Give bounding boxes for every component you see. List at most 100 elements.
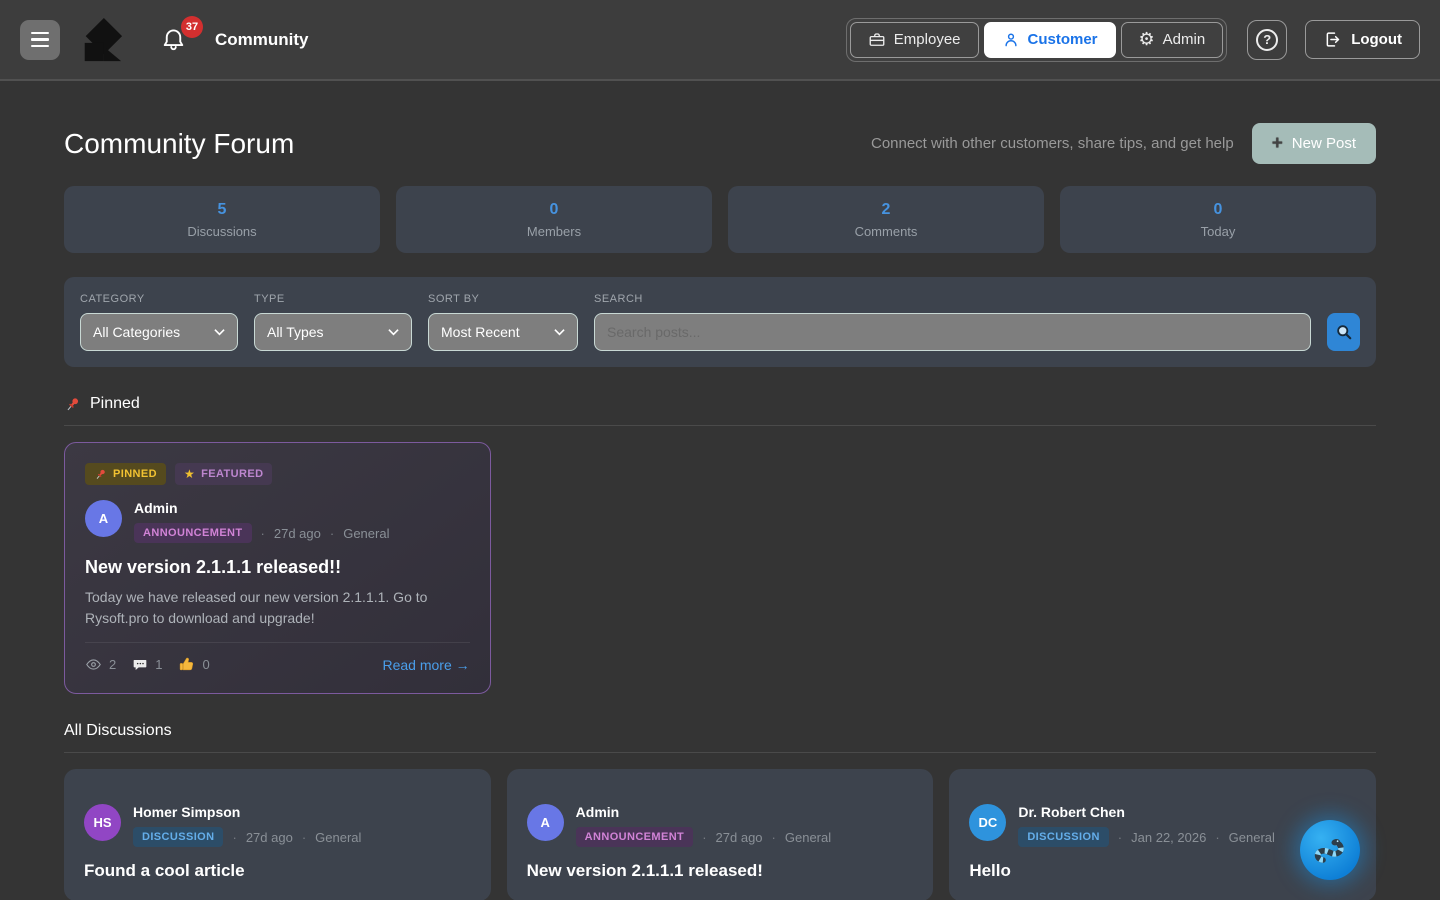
chat-widget-button[interactable] <box>1300 820 1360 880</box>
stat-card-discussions: 5 Discussions <box>64 186 380 253</box>
category-filter-label: CATEGORY <box>80 293 238 305</box>
question-mark-icon: ? <box>1256 29 1278 51</box>
new-post-button[interactable]: + New Post <box>1252 123 1376 164</box>
eye-icon <box>85 656 102 673</box>
post-excerpt: Today we have released our new version 2… <box>85 587 470 629</box>
logout-icon <box>1323 30 1342 49</box>
views-count: 2 <box>109 657 116 672</box>
thumbs-up-icon <box>178 656 195 673</box>
post-time: 27d ago <box>274 526 321 541</box>
role-button-label: Admin <box>1163 31 1206 48</box>
sort-filter-label: SORT BY <box>428 293 578 305</box>
star-icon: ★ <box>184 467 195 481</box>
pinned-cards-grid: PINNED ★ FEATURED A Admin ANNOUNCEMENT ·… <box>64 442 1376 694</box>
search-filter-label: SEARCH <box>594 293 1311 305</box>
role-button-customer[interactable]: Customer <box>984 22 1116 58</box>
stat-card-members: 0 Members <box>396 186 712 253</box>
pinned-section-title: Pinned <box>90 395 140 413</box>
sort-select[interactable]: Most Recent <box>428 313 578 351</box>
chevron-down-icon <box>214 328 225 336</box>
post-category: General <box>785 830 831 845</box>
stat-label: Members <box>527 224 581 239</box>
sort-select-value: Most Recent <box>441 324 520 340</box>
comments-stat: 1 <box>132 657 162 673</box>
author-name: Admin <box>134 500 389 516</box>
type-select[interactable]: All Types <box>254 313 412 351</box>
views-stat: 2 <box>85 656 116 673</box>
stat-value: 5 <box>218 201 227 219</box>
notification-count-badge: 37 <box>181 16 203 38</box>
stats-row: 5 Discussions 0 Members 2 Comments 0 Tod… <box>64 186 1376 253</box>
post-title: Hello <box>969 861 1356 881</box>
post-type-badge: ANNOUNCEMENT <box>134 523 252 543</box>
post-time: 27d ago <box>716 830 763 845</box>
meta-separator: · <box>232 830 236 845</box>
author-name: Admin <box>576 804 831 820</box>
meta-separator: · <box>1215 830 1219 845</box>
stat-card-today: 0 Today <box>1060 186 1376 253</box>
comment-icon <box>132 657 148 673</box>
notifications-bell[interactable]: 37 <box>160 25 187 55</box>
role-button-employee[interactable]: Employee <box>850 22 979 58</box>
post-title: New version 2.1.1.1 released! <box>527 861 914 881</box>
read-more-link[interactable]: Read more → <box>383 657 470 673</box>
pushpin-icon <box>94 468 107 481</box>
role-button-admin[interactable]: ⚙ Admin <box>1121 22 1224 58</box>
role-switcher: Employee Customer ⚙ Admin <box>846 18 1227 62</box>
search-button[interactable] <box>1327 313 1360 351</box>
likes-count: 0 <box>202 657 209 672</box>
stat-label: Comments <box>855 224 918 239</box>
discussion-card[interactable]: HS Homer Simpson DISCUSSION · 27d ago · … <box>64 769 491 900</box>
pinned-badge: PINNED <box>85 463 166 485</box>
pinned-post-card[interactable]: PINNED ★ FEATURED A Admin ANNOUNCEMENT ·… <box>64 442 491 694</box>
comments-count: 1 <box>155 657 162 672</box>
hamburger-menu-button[interactable] <box>20 20 60 60</box>
meta-separator: · <box>1118 830 1122 845</box>
discussion-card[interactable]: A Admin ANNOUNCEMENT · 27d ago · General… <box>507 769 934 900</box>
plus-icon: + <box>1272 134 1283 153</box>
stat-label: Today <box>1201 224 1236 239</box>
avatar: HS <box>84 804 121 841</box>
avatar: A <box>85 500 122 537</box>
chevron-down-icon <box>388 328 399 336</box>
meta-separator: · <box>702 830 706 845</box>
pushpin-icon <box>64 396 81 413</box>
avatar: A <box>527 804 564 841</box>
meta-separator: · <box>261 526 265 541</box>
app-logo-icon <box>78 16 124 64</box>
stat-card-comments: 2 Comments <box>728 186 1044 253</box>
post-category: General <box>1229 830 1275 845</box>
category-select-value: All Categories <box>93 324 180 340</box>
post-time: Jan 22, 2026 <box>1131 830 1206 845</box>
post-title: Found a cool article <box>84 861 471 881</box>
post-type-badge: DISCUSSION <box>133 827 223 847</box>
gear-icon: ⚙ <box>1139 31 1155 49</box>
page-subtitle: Connect with other customers, share tips… <box>871 135 1234 152</box>
search-icon <box>1334 322 1354 342</box>
featured-badge-label: FEATURED <box>201 468 263 480</box>
post-time: 27d ago <box>246 830 293 845</box>
post-category: General <box>343 526 389 541</box>
author-name: Dr. Robert Chen <box>1018 804 1275 820</box>
main-content: Community Forum Connect with other custo… <box>0 123 1440 900</box>
page-title: Community Forum <box>64 128 294 160</box>
category-select[interactable]: All Categories <box>80 313 238 351</box>
help-button[interactable]: ? <box>1247 20 1287 60</box>
post-type-badge: DISCUSSION <box>1018 827 1108 847</box>
filter-bar: CATEGORY All Categories TYPE All Types S… <box>64 277 1376 367</box>
type-select-value: All Types <box>267 324 324 340</box>
avatar: DC <box>969 804 1006 841</box>
search-input[interactable] <box>594 313 1311 351</box>
likes-stat: 0 <box>178 656 209 673</box>
logout-button[interactable]: Logout <box>1305 20 1420 59</box>
pinned-badge-label: PINNED <box>113 468 157 480</box>
author-name: Homer Simpson <box>133 804 361 820</box>
type-filter-label: TYPE <box>254 293 412 305</box>
featured-badge: ★ FEATURED <box>175 463 272 485</box>
stat-value: 0 <box>550 201 559 219</box>
briefcase-icon <box>868 31 886 49</box>
snake-logo-icon <box>1310 830 1350 870</box>
post-title: New version 2.1.1.1 released!! <box>85 557 470 578</box>
post-category: General <box>315 830 361 845</box>
stat-label: Discussions <box>187 224 256 239</box>
